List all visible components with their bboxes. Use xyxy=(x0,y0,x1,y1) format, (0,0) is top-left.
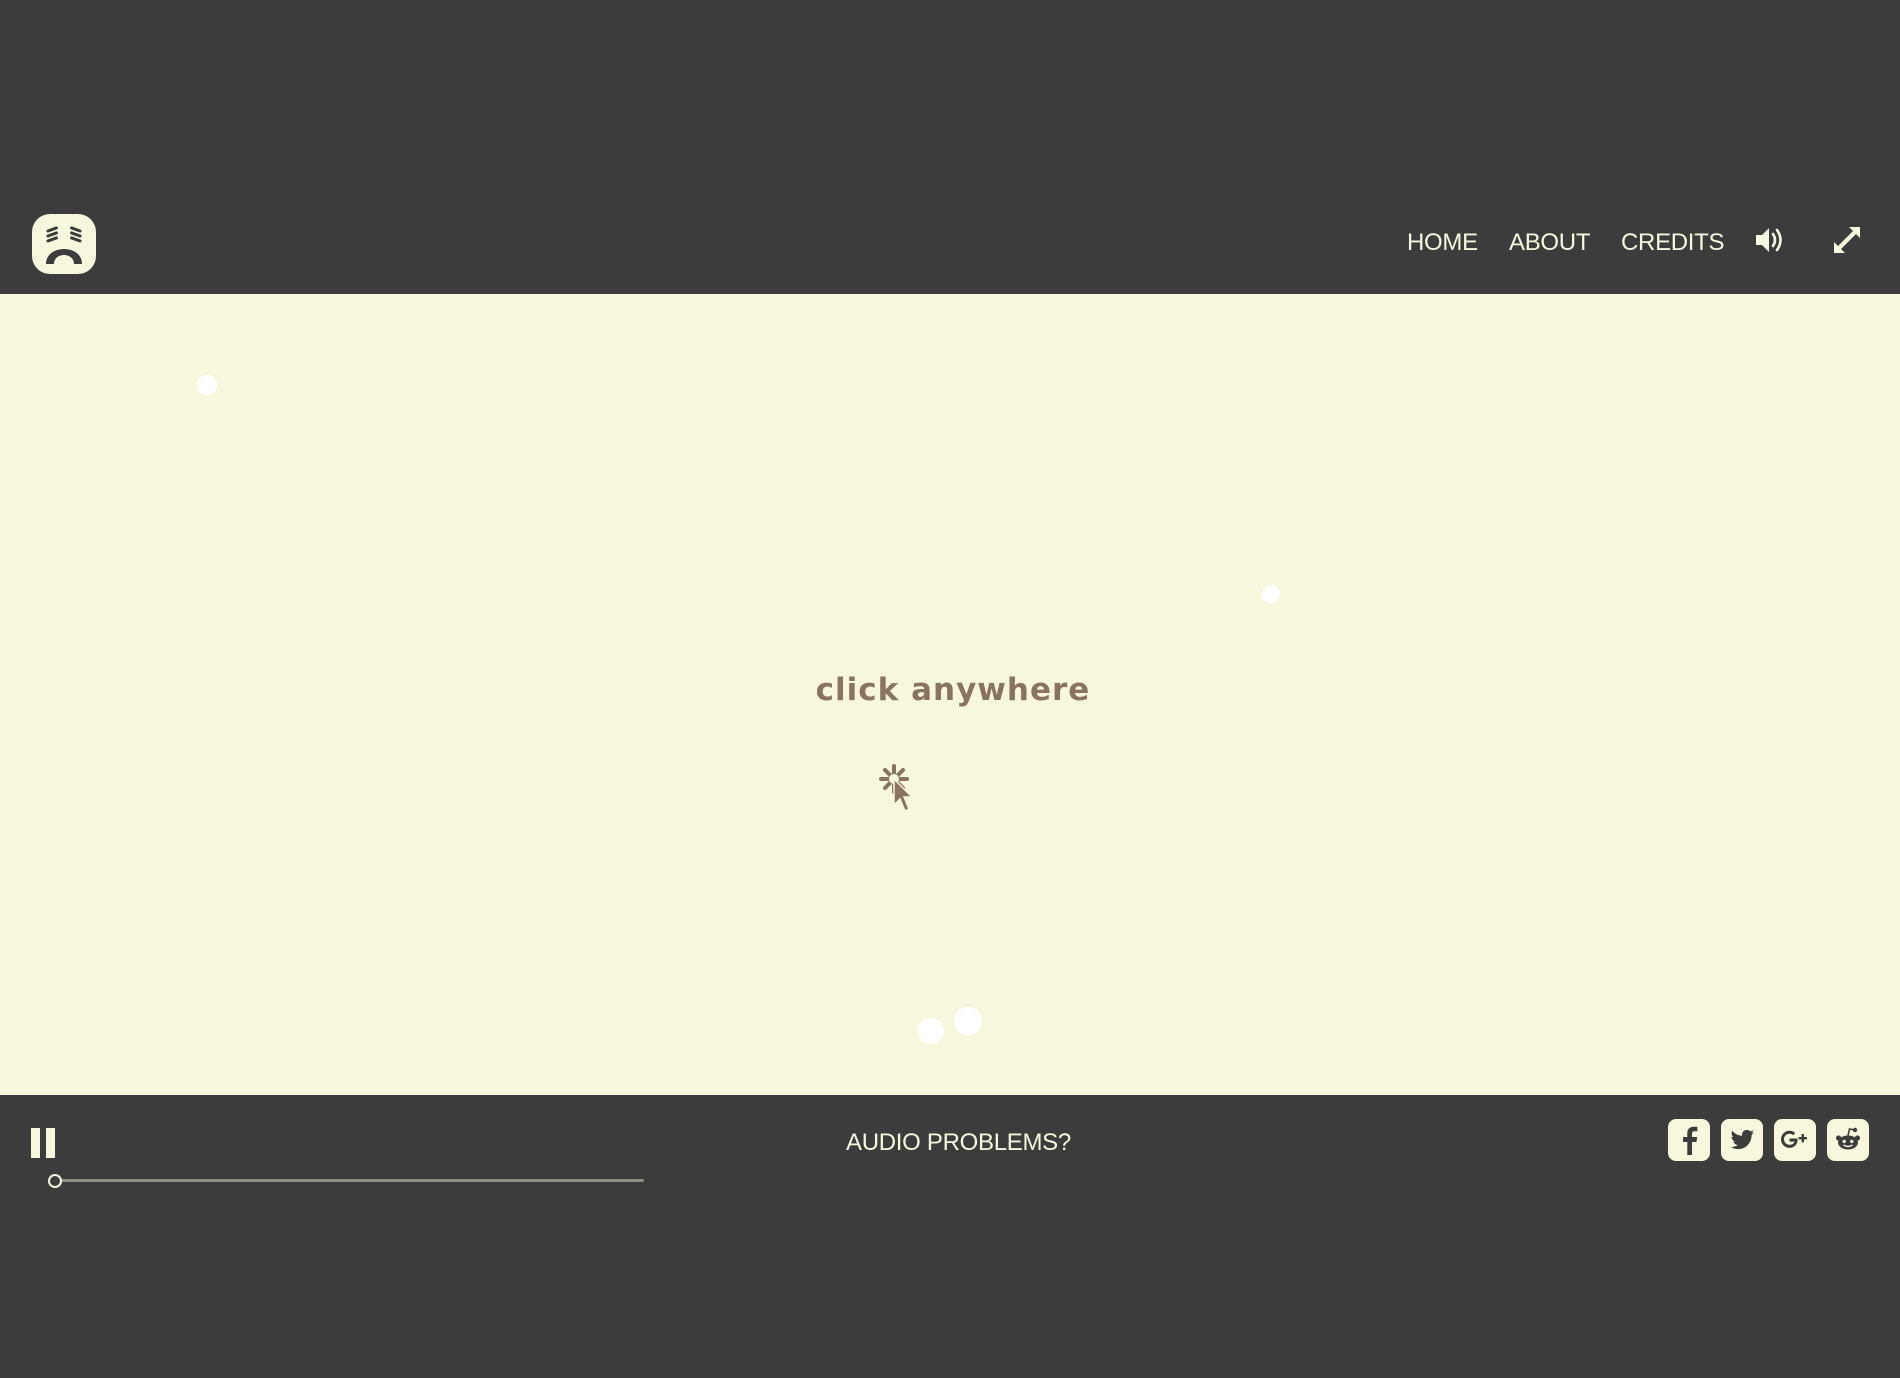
reddit-icon[interactable] xyxy=(1827,1119,1869,1161)
click-cursor-icon xyxy=(874,762,918,819)
floating-particle xyxy=(954,1007,982,1035)
nav-credits-link[interactable]: CREDITS xyxy=(1621,226,1725,260)
google-plus-icon[interactable] xyxy=(1774,1119,1816,1161)
speaker-volume-icon[interactable] xyxy=(1754,225,1788,255)
pause-bar-left xyxy=(31,1128,40,1158)
audio-problems-link[interactable]: AUDIO PROBLEMS? xyxy=(846,1126,1071,1160)
header: HOME ABOUT CREDITS xyxy=(0,0,1900,294)
page: HOME ABOUT CREDITS click anywhere AUDIO … xyxy=(0,0,1900,1378)
playback-progress-slider[interactable] xyxy=(48,1174,644,1188)
nav-home-link[interactable]: HOME xyxy=(1407,226,1478,260)
pause-bar-right xyxy=(46,1128,55,1158)
bear-face-logo-icon[interactable] xyxy=(32,214,96,274)
progress-thumb[interactable] xyxy=(48,1174,62,1188)
footer: AUDIO PROBLEMS? xyxy=(0,1095,1900,1378)
floating-particle xyxy=(197,375,217,395)
floating-particle xyxy=(1262,585,1280,603)
click-stage[interactable]: click anywhere xyxy=(0,294,1900,1095)
nav-about-link[interactable]: ABOUT xyxy=(1509,226,1590,260)
pause-icon[interactable] xyxy=(31,1128,57,1158)
facebook-icon[interactable] xyxy=(1668,1119,1710,1161)
floating-particle xyxy=(918,1018,944,1044)
progress-track xyxy=(54,1179,644,1182)
twitter-icon[interactable] xyxy=(1721,1119,1763,1161)
expand-fullscreen-icon[interactable] xyxy=(1832,225,1862,255)
click-anywhere-prompt: click anywhere xyxy=(815,672,1091,708)
